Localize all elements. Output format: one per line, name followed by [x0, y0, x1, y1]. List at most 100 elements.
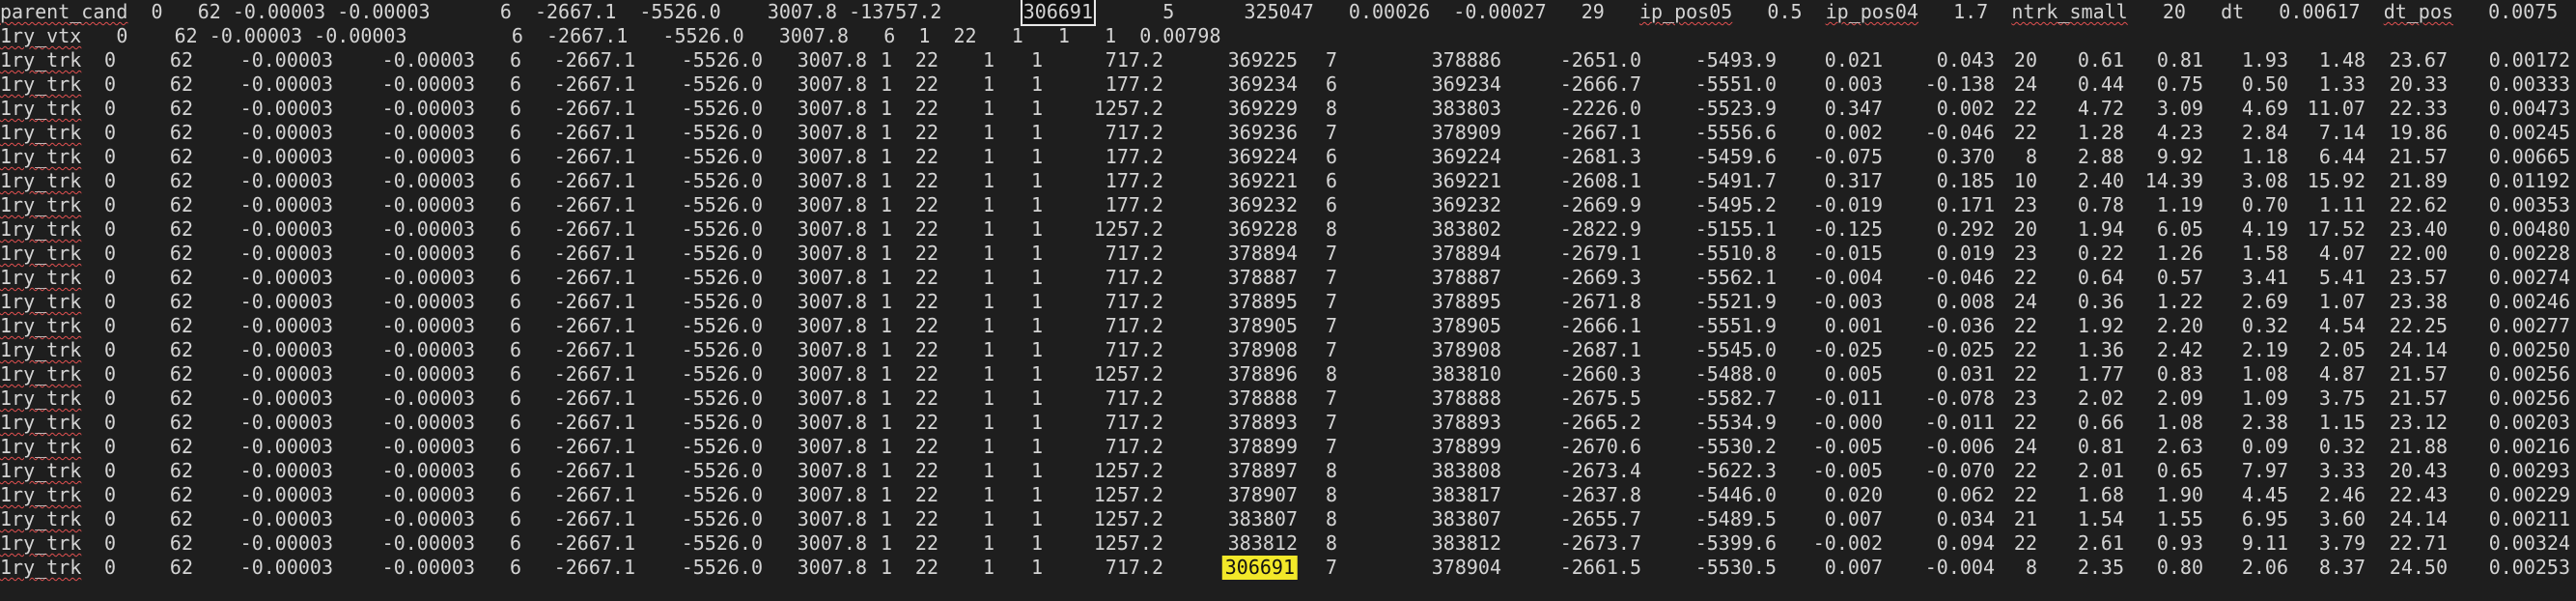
table-cell: -2651.0	[1559, 48, 1641, 72]
table-cell: 8	[1325, 362, 1337, 386]
table-cell: -0.00003	[381, 193, 475, 216]
table-cell: -2667.1	[553, 556, 635, 579]
table-cell: 2.46	[2318, 483, 2366, 506]
table-cell: 14.39	[2144, 169, 2203, 192]
table-cell: 4.07	[2318, 242, 2366, 265]
table-cell: 1.33	[2318, 72, 2366, 96]
table-cell: -0.00003	[381, 121, 475, 144]
table-cell: 383812	[1227, 531, 1298, 555]
table-cell: 0.66	[2077, 411, 2124, 434]
table-cell: 7	[1325, 386, 1337, 410]
table-cell: 6.44	[2318, 145, 2366, 168]
table-cell: -5526.0	[681, 531, 763, 555]
table-cell: 383817	[1431, 483, 1501, 506]
header-token	[1174, 0, 1244, 23]
table-cell: 717.2	[1105, 266, 1163, 289]
table-cell: 19.86	[2389, 121, 2448, 144]
table-cell: 369236	[1227, 121, 1298, 144]
table-cell: 1	[880, 483, 892, 506]
table-cell: 177.2	[1105, 145, 1163, 168]
table-cell: 0.00293	[2488, 459, 2570, 482]
table-cell: 7	[1325, 290, 1337, 313]
table-cell: 1	[982, 459, 994, 482]
table-cell: 24	[2013, 435, 2037, 458]
highlighted-candidate-id: 306691	[1221, 556, 1298, 580]
table-cell: -0.078	[1924, 386, 1995, 410]
table-cell: 9.11	[2241, 531, 2288, 555]
table-cell: 0.00216	[2488, 435, 2570, 458]
table-cell: 0.008	[1936, 290, 1995, 313]
table-cell: -5399.6	[1694, 531, 1777, 555]
table-cell: 0.094	[1936, 531, 1995, 555]
table-cell: 8.37	[2318, 556, 2366, 579]
table-cell: 0	[104, 483, 117, 506]
table-cell: -5526.0	[681, 169, 763, 192]
table-cell: -0.00003	[239, 121, 333, 144]
table-cell: 22	[914, 121, 938, 144]
table-cell: 6	[509, 121, 521, 144]
table-cell: 62	[169, 121, 193, 144]
header-token	[2361, 0, 2384, 23]
table-cell: 378905	[1431, 314, 1501, 337]
table-cell: 1	[982, 193, 994, 216]
table-cell: 1	[1030, 48, 1043, 72]
header-token	[616, 0, 639, 23]
table-cell: 1.22	[2156, 290, 2203, 313]
table-cell: -5526.0	[681, 193, 763, 216]
table-cell: 22	[914, 507, 938, 530]
table-cell: 2.01	[2077, 459, 2124, 482]
table-cell: -2667.1	[553, 314, 635, 337]
table-cell: -0.019	[1812, 193, 1883, 216]
terminal-output[interactable]: parent_cand 0 62 -0.00003 -0.00003 6 -26…	[0, 0, 2576, 601]
table-cell: -0.011	[1812, 386, 1883, 410]
table-cell: 1	[880, 169, 892, 192]
table-cell: 0	[104, 531, 117, 555]
table-row: 1ry_trk 0 62 -0.00003 -0.00003 6 -2667.1 -5526.…	[0, 531, 2576, 556]
table-cell: -5530.5	[1694, 556, 1777, 579]
table-cell: 2.69	[2241, 290, 2288, 313]
table-cell: 0	[104, 411, 117, 434]
table-cell: 2.06	[2241, 556, 2288, 579]
table-cell: -0.070	[1924, 459, 1995, 482]
vertex-token: 0.00798	[1139, 24, 1221, 47]
table-cell: -2667.1	[553, 242, 635, 265]
table-cell: -0.00003	[381, 507, 475, 530]
table-cell: 0.65	[2156, 459, 2203, 482]
header-token: ntrk_small	[2011, 0, 2128, 23]
table-cell: -0.025	[1812, 338, 1883, 361]
header-token	[512, 0, 535, 23]
table-cell: 62	[169, 290, 193, 313]
table-cell: -2667.1	[553, 145, 635, 168]
row-label: 1ry_trk	[0, 169, 82, 192]
table-cell: 22	[2013, 121, 2037, 144]
header-token: 20	[2162, 0, 2186, 23]
table-cell: -0.00003	[381, 386, 475, 410]
table-cell: 1	[1030, 169, 1043, 192]
table-cell: 2.88	[2077, 145, 2124, 168]
table-cell: 21.57	[2389, 386, 2448, 410]
row-label: 1ry_trk	[0, 290, 82, 313]
table-cell: 2.63	[2156, 435, 2203, 458]
table-cell: 62	[169, 386, 193, 410]
table-cell: 0.003	[1824, 72, 1883, 96]
vertex-token: 1	[1057, 24, 1070, 47]
table-cell: 6	[509, 169, 521, 192]
table-row: 1ry_trk 0 62 -0.00003 -0.00003 6 -2667.1 -5526.…	[0, 362, 2576, 386]
table-cell: 378909	[1431, 121, 1501, 144]
table-cell: 0.78	[2077, 193, 2124, 216]
table-cell: -5526.0	[681, 97, 763, 120]
header-token	[1918, 0, 1953, 23]
table-cell: 3007.8	[797, 362, 867, 386]
table-cell: 3007.8	[797, 531, 867, 555]
table-cell: 717.2	[1105, 48, 1163, 72]
table-cell: 1	[982, 386, 994, 410]
table-cell: 21.57	[2389, 362, 2448, 386]
table-cell: 369224	[1227, 145, 1298, 168]
row-label: 1ry_trk	[0, 72, 82, 96]
table-cell: 1	[880, 217, 892, 241]
table-cell: 383807	[1431, 507, 1501, 530]
table-cell: -2679.1	[1559, 242, 1641, 265]
table-cell: -0.00003	[381, 362, 475, 386]
table-cell: 3007.8	[797, 193, 867, 216]
vertex-token	[1116, 24, 1139, 47]
